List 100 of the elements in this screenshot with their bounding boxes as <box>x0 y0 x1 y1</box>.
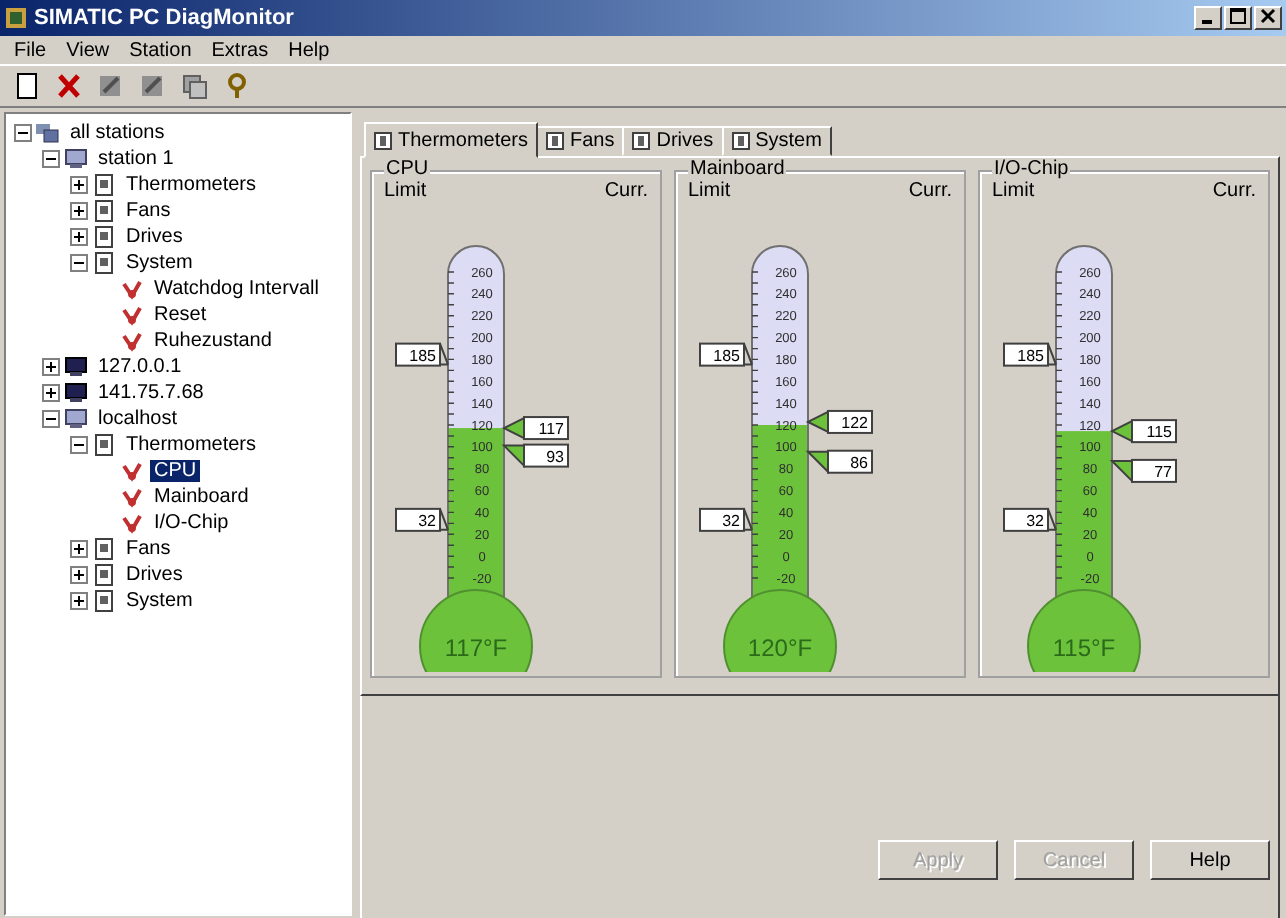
close-icon <box>1260 8 1276 24</box>
temperature-reading: 115°F <box>1052 634 1116 662</box>
plus-icon <box>74 596 84 606</box>
tree-item[interactable]: Thermometers <box>122 434 261 456</box>
minus-icon <box>46 154 56 164</box>
tree-item[interactable]: I/O-Chip <box>150 512 233 534</box>
delete-icon[interactable] <box>53 72 83 100</box>
expand-toggle[interactable] <box>70 592 88 610</box>
network-icon <box>36 122 60 144</box>
copy-icon[interactable] <box>179 72 209 100</box>
tree-item[interactable]: Watchdog Intervall <box>150 278 323 300</box>
minus-icon <box>18 128 28 138</box>
plus-icon <box>46 388 56 398</box>
expand-toggle[interactable] <box>42 358 60 376</box>
group-title: CPU <box>384 158 431 180</box>
panel-icon <box>92 226 116 248</box>
tree-item[interactable]: localhost <box>94 408 181 430</box>
tree-item[interactable]: Ruhezustand <box>150 330 276 352</box>
tree-item[interactable]: Drives <box>122 564 187 586</box>
menu-item[interactable]: Station <box>119 39 202 61</box>
sensor-icon <box>120 486 144 508</box>
tree-item[interactable]: Drives <box>122 226 187 248</box>
panel-icon <box>374 131 392 149</box>
column-label: Curr. <box>908 180 952 202</box>
group-title: Mainboard <box>688 158 787 180</box>
expand-toggle[interactable] <box>42 384 60 402</box>
tree-item[interactable]: System <box>122 252 197 274</box>
temperature-reading: 117°F <box>444 634 508 662</box>
thermometer-bulb <box>723 589 837 672</box>
tab[interactable]: Thermometers <box>364 122 539 158</box>
app-icon <box>4 6 28 30</box>
column-label: Limit <box>384 180 427 202</box>
computer-icon <box>64 148 88 170</box>
column-label: Curr. <box>1212 180 1256 202</box>
tree-item[interactable]: station 1 <box>94 148 178 170</box>
expand-toggle[interactable] <box>70 540 88 558</box>
tree-item[interactable]: Mainboard <box>150 486 253 508</box>
plus-icon <box>74 180 84 190</box>
computer-icon <box>64 356 88 378</box>
thermometer-bulb <box>1027 589 1141 672</box>
sensor-icon <box>120 512 144 534</box>
tab[interactable]: Fans <box>536 126 625 156</box>
minus-icon <box>46 414 56 424</box>
menu-item[interactable]: Extras <box>201 39 279 61</box>
minimize-button[interactable] <box>1194 6 1222 30</box>
expand-toggle[interactable] <box>70 566 88 584</box>
column-label: Limit <box>688 180 731 202</box>
tree-item[interactable]: Thermometers <box>122 174 261 196</box>
expand-toggle[interactable] <box>70 436 88 454</box>
expand-toggle[interactable] <box>70 254 88 272</box>
dialog-button[interactable]: Help <box>1150 840 1270 880</box>
close-button[interactable] <box>1254 6 1282 30</box>
panel-icon <box>92 200 116 222</box>
temperature-reading: 120°F <box>747 634 813 662</box>
tab[interactable]: Drives <box>622 126 724 156</box>
panel-icon <box>731 132 750 150</box>
panel-icon <box>92 434 116 456</box>
tree-item[interactable]: all stations <box>66 122 169 144</box>
plus-icon <box>74 232 84 242</box>
tree-item[interactable]: Reset <box>150 304 211 326</box>
tab[interactable]: System <box>721 126 832 156</box>
document-icon[interactable] <box>11 72 41 100</box>
expand-toggle[interactable] <box>42 410 60 428</box>
menu-item[interactable]: File <box>4 39 57 61</box>
menu-item[interactable]: Help <box>278 39 340 61</box>
plus-icon <box>74 206 84 216</box>
expand-toggle[interactable] <box>42 150 60 168</box>
panel-icon <box>92 538 116 560</box>
sensor-icon <box>120 304 144 326</box>
tree-item[interactable]: Fans <box>122 538 175 560</box>
edit-icon[interactable] <box>137 72 167 100</box>
expand-toggle[interactable] <box>70 176 88 194</box>
tree-item[interactable]: CPU <box>150 460 201 482</box>
panel-icon <box>632 132 651 150</box>
panel-icon <box>546 132 565 150</box>
expand-toggle[interactable] <box>14 124 32 142</box>
sensor-icon <box>120 460 144 482</box>
tree-item[interactable]: System <box>122 590 197 612</box>
plus-icon <box>74 570 84 580</box>
column-label: Limit <box>992 180 1035 202</box>
tree-item[interactable]: 127.0.0.1 <box>94 356 186 378</box>
edit-icon[interactable] <box>95 72 125 100</box>
minus-icon <box>74 258 84 268</box>
expand-toggle[interactable] <box>70 202 88 220</box>
computer-icon <box>64 382 88 404</box>
panel-icon <box>92 590 116 612</box>
tree-item[interactable]: 141.75.7.68 <box>94 382 208 404</box>
sensor-icon <box>120 330 144 352</box>
group-title: I/O-Chip <box>992 158 1071 180</box>
tree-item[interactable]: Fans <box>122 200 175 222</box>
maximize-button[interactable] <box>1224 6 1252 30</box>
menu-item[interactable]: View <box>56 39 120 61</box>
plus-icon <box>74 544 84 554</box>
minus-icon <box>74 440 84 450</box>
panel-icon <box>92 174 116 196</box>
column-label: Curr. <box>604 180 648 202</box>
sensor-icon <box>120 278 144 300</box>
plus-icon <box>46 362 56 372</box>
computer-icon <box>64 408 88 430</box>
expand-toggle[interactable] <box>70 228 88 246</box>
